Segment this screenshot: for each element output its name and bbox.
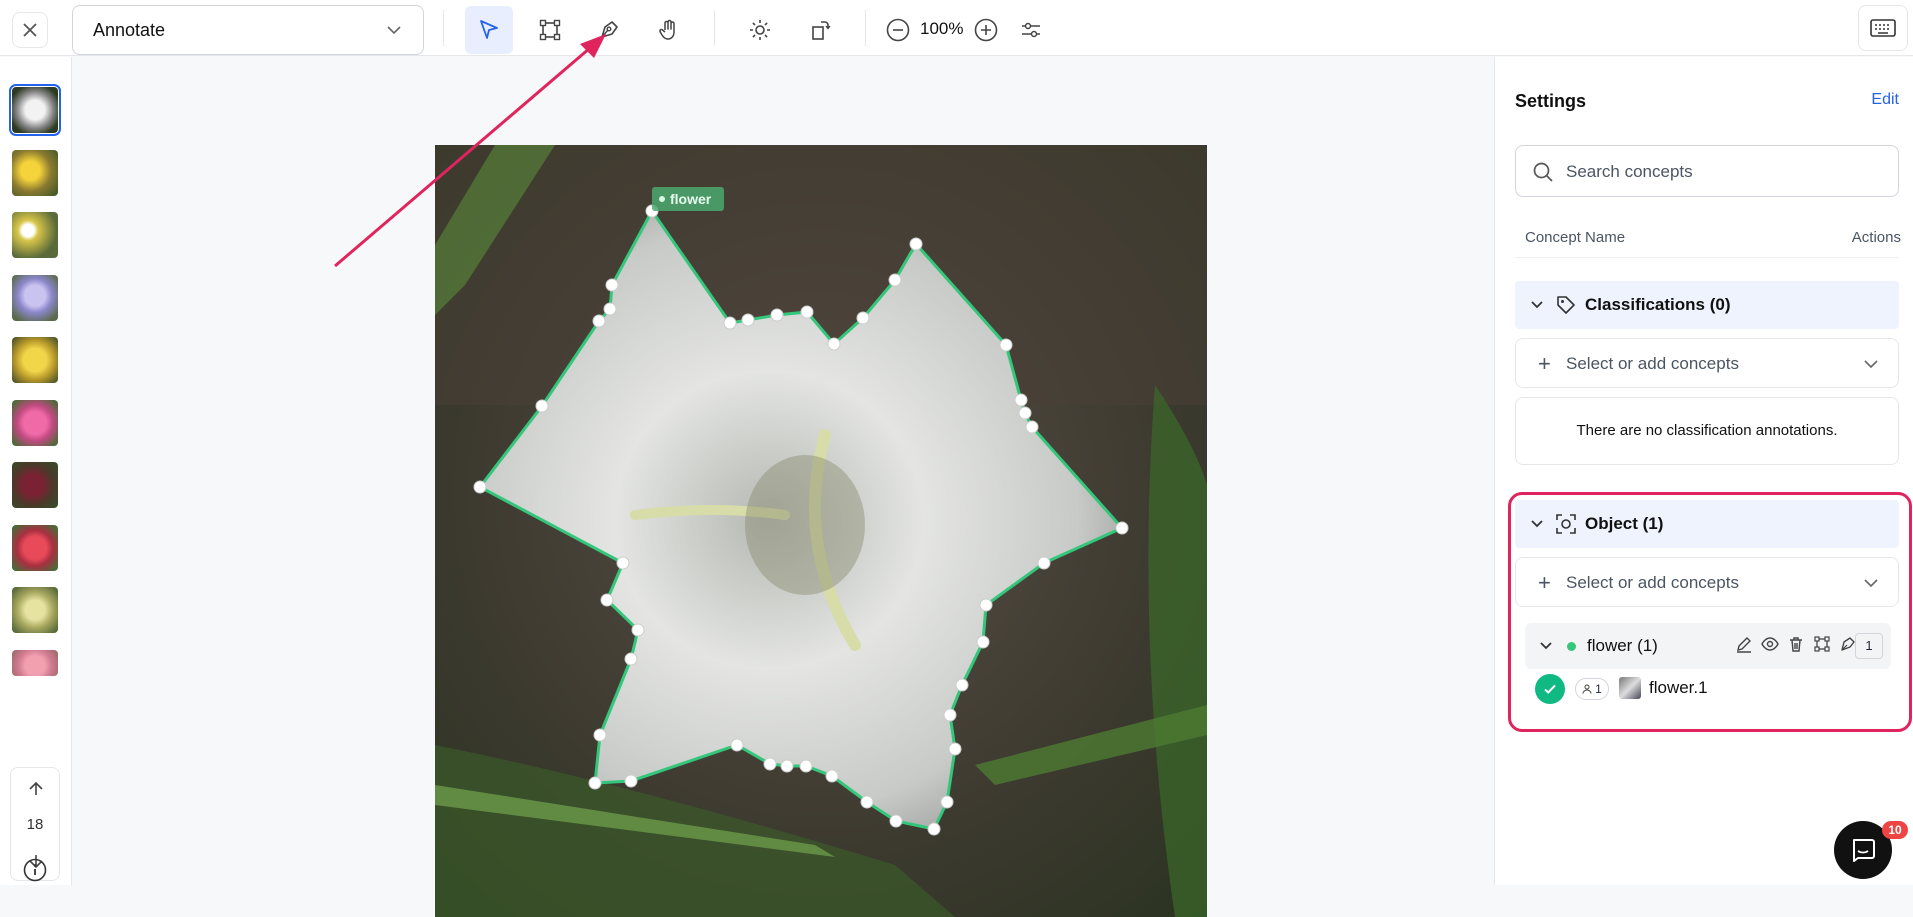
- settings-title: Settings: [1515, 91, 1587, 111]
- toolbar-divider: [714, 10, 715, 46]
- thumbnail-purple-flower[interactable]: [12, 275, 58, 321]
- chat-notification-badge: 10: [1882, 821, 1908, 839]
- toolbar-divider: [865, 10, 866, 46]
- keyboard-icon: [1870, 19, 1896, 37]
- mode-dropdown-value: Annotate: [93, 19, 166, 40]
- classifications-label: Classifications (0): [1585, 295, 1731, 314]
- flower-image[interactable]: flower: [435, 145, 1207, 917]
- zoom-in-button[interactable]: [962, 6, 1010, 54]
- classification-select-placeholder: Select or add concepts: [1566, 354, 1739, 373]
- divider: [1515, 257, 1899, 258]
- info-icon: [23, 858, 47, 882]
- bounding-box-icon: [539, 19, 561, 41]
- brightness-button[interactable]: [736, 6, 784, 54]
- hand-icon: [659, 19, 675, 40]
- search-concepts-input[interactable]: Search concepts: [1515, 145, 1899, 197]
- tag-icon: [1557, 296, 1575, 314]
- top-toolbar: Annotate 100%: [0, 0, 1913, 56]
- select-tool-button[interactable]: [465, 6, 513, 54]
- thumbnail-pale-yellow-flower[interactable]: [12, 587, 58, 633]
- mode-dropdown[interactable]: Annotate: [72, 5, 424, 55]
- bounding-box-tool-button[interactable]: [526, 6, 574, 54]
- thumbnail-daisies[interactable]: [12, 212, 58, 258]
- zoom-out-button[interactable]: [874, 6, 922, 54]
- pan-tool-button[interactable]: [645, 6, 693, 54]
- zoom-level: 100%: [920, 19, 964, 38]
- rotate-icon: [812, 21, 831, 40]
- zoom-out-icon: [886, 18, 910, 42]
- plus-icon: +: [1538, 351, 1551, 376]
- annotation-label-text: flower: [670, 191, 712, 207]
- thumbnail-dark-red-flowers[interactable]: [12, 462, 58, 508]
- thumbnail-yellow-flowers[interactable]: [12, 150, 58, 196]
- thumbnail-yellow-flower[interactable]: [12, 337, 58, 383]
- thumbnail-pink-flowers[interactable]: [12, 650, 58, 676]
- toolbar-divider: [443, 10, 444, 46]
- pointer-icon: [480, 20, 498, 39]
- thumbnail-white-flower[interactable]: [9, 84, 61, 136]
- settings-panel: Settings Edit Search concepts Concept Na…: [1494, 57, 1913, 885]
- search-placeholder: Search concepts: [1566, 162, 1693, 181]
- search-icon: [1533, 162, 1553, 182]
- column-header-concept-name: Concept Name: [1525, 229, 1626, 246]
- thumbnail-pink-flower[interactable]: [12, 400, 58, 446]
- chat-icon: [1853, 839, 1875, 862]
- close-icon: [23, 23, 37, 37]
- polygon-pen-tool-button[interactable]: [585, 6, 633, 54]
- annotation-label-tag: flower: [652, 187, 724, 211]
- chevron-down-icon: [1531, 301, 1543, 309]
- edit-link[interactable]: Edit: [1871, 91, 1899, 109]
- sun-icon: [750, 20, 770, 40]
- thumbnail-red-flower[interactable]: [12, 525, 58, 571]
- image-thumbnail-sidebar: 18: [0, 57, 72, 885]
- chevron-down-icon: [1864, 360, 1878, 369]
- classifications-section-header[interactable]: Classifications (0): [1515, 281, 1899, 329]
- no-classifications-message: There are no classification annotations.: [1515, 397, 1899, 465]
- adjustments-button[interactable]: [1007, 6, 1055, 54]
- annotation-canvas[interactable]: flower: [73, 57, 1493, 917]
- zoom-in-icon: [974, 18, 998, 42]
- classification-concept-select[interactable]: + Select or add concepts: [1515, 338, 1899, 388]
- page-count: 18: [26, 816, 44, 833]
- info-button[interactable]: [22, 857, 48, 888]
- close-button[interactable]: [12, 12, 48, 48]
- highlight-frame: [1508, 492, 1912, 732]
- arrow-up-icon[interactable]: [27, 780, 45, 798]
- rotate-button[interactable]: [796, 6, 844, 54]
- column-header-actions: Actions: [1851, 229, 1901, 246]
- keyboard-shortcuts-button[interactable]: [1858, 5, 1908, 51]
- chevron-down-icon: [387, 26, 401, 35]
- pen-tool-icon: [601, 21, 618, 38]
- sliders-icon: [1022, 22, 1040, 38]
